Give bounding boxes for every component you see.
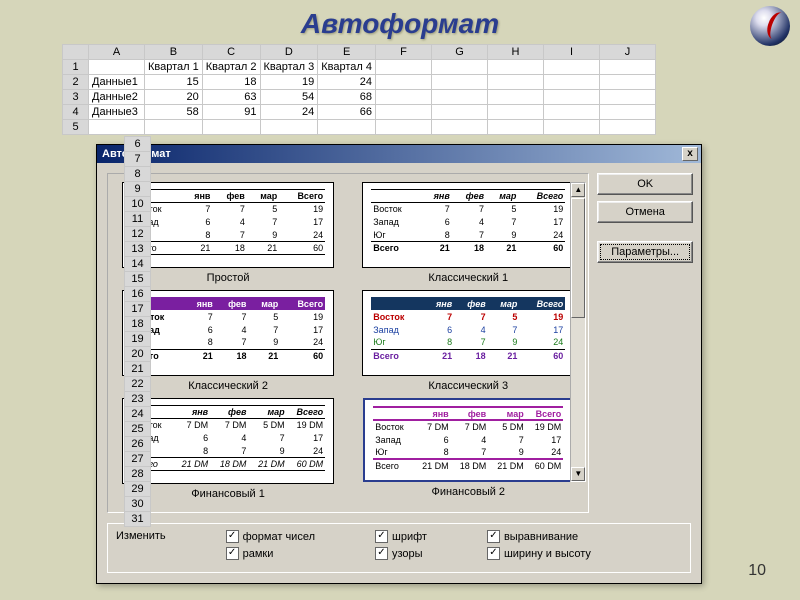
preview-scrollbar[interactable]: ▲ ▼ xyxy=(570,182,586,482)
change-legend: Изменить xyxy=(116,530,166,564)
table-row: 4Данные358912466 xyxy=(63,105,656,120)
checkbox-alignment[interactable]: ✓ xyxy=(487,530,500,543)
format-option-classic1[interactable]: янвфевмарВсего Восток77519 Запад64717 Юг… xyxy=(354,182,582,290)
checkbox-borders[interactable]: ✓ xyxy=(226,547,239,560)
table-row: 2Данные115181924 xyxy=(63,75,656,90)
slide-title: Автоформат xyxy=(0,0,800,44)
spreadsheet[interactable]: A B C D E F G H I J 1Квартал 1Квартал 2К… xyxy=(62,44,656,135)
format-option-classic3[interactable]: янвфевмарВсего Восток77519 Запад64717 Юг… xyxy=(354,290,582,398)
change-group: Изменить ✓формат чисел ✓рамки ✓шрифт ✓уз… xyxy=(107,523,691,573)
slide-number: 10 xyxy=(748,562,766,580)
row-headers-continued[interactable]: document.write(Array.from({length:26},(_… xyxy=(124,136,151,527)
scroll-up-icon[interactable]: ▲ xyxy=(571,183,585,197)
format-preview-list[interactable]: янвфевмарВсего Восток77519 Запад64717 Юг… xyxy=(107,173,589,513)
parameters-button[interactable]: Параметры... xyxy=(597,241,693,263)
table-row: 3Данные220635468 xyxy=(63,90,656,105)
checkbox-number-format[interactable]: ✓ xyxy=(226,530,239,543)
format-option-financial2[interactable]: янвфевмарВсего Восток7 DM7 DM5 DM19 DM З… xyxy=(354,398,582,506)
checkbox-patterns[interactable]: ✓ xyxy=(375,547,388,560)
scroll-down-icon[interactable]: ▼ xyxy=(571,467,585,481)
logo xyxy=(750,6,790,46)
dialog-titlebar[interactable]: Автоформат x xyxy=(97,145,701,163)
table-row: 1Квартал 1Квартал 2Квартал 3Квартал 4 xyxy=(63,60,656,75)
scroll-thumb[interactable] xyxy=(571,198,585,318)
ok-button[interactable]: OK xyxy=(597,173,693,195)
close-button[interactable]: x xyxy=(682,147,698,161)
checkbox-width-height[interactable]: ✓ xyxy=(487,547,500,560)
autoformat-dialog: Автоформат x янвфевмарВсего Восток77519 … xyxy=(96,144,702,584)
checkbox-font[interactable]: ✓ xyxy=(375,530,388,543)
cancel-button[interactable]: Отмена xyxy=(597,201,693,223)
